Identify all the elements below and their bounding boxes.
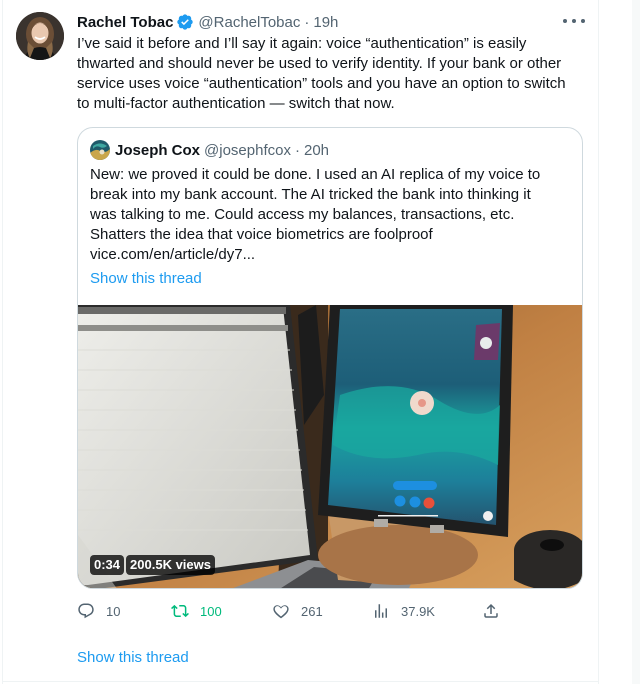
tweet-header: Rachel Tobac @RachelTobac · 19h bbox=[77, 12, 338, 32]
tweet-divider bbox=[2, 681, 599, 682]
quoted-author-avatar bbox=[90, 140, 110, 160]
author-handle[interactable]: @RachelTobac bbox=[198, 14, 300, 31]
profile-photo-icon bbox=[16, 12, 64, 60]
quoted-timestamp: 20h bbox=[303, 141, 330, 159]
video-view-count: 200.5K views bbox=[126, 555, 215, 575]
quoted-tweet-header: Joseph Cox @josephfcox · 20h bbox=[90, 140, 329, 160]
quoted-text-line: break into my bank account. The AI trick… bbox=[90, 186, 531, 203]
tweet-actions: 10 100 261 37.9K bbox=[77, 600, 502, 622]
retweet-button[interactable]: 100 bbox=[171, 600, 222, 622]
like-button[interactable]: 261 bbox=[272, 600, 323, 622]
video-thumbnail bbox=[78, 305, 582, 588]
verified-badge-icon bbox=[177, 14, 194, 30]
analytics-icon bbox=[375, 604, 387, 618]
reply-icon bbox=[78, 603, 94, 619]
separator: · bbox=[304, 13, 310, 31]
share-button[interactable] bbox=[482, 600, 500, 622]
video-overlay-badges: 0:34 200.5K views bbox=[90, 555, 215, 575]
author-name[interactable]: Rachel Tobac bbox=[77, 14, 173, 31]
quoted-link: vice.com/en/article/dy7... bbox=[90, 246, 256, 263]
views-button[interactable]: 37.9K bbox=[372, 600, 435, 622]
video-player[interactable]: 0:34 200.5K views bbox=[78, 305, 582, 588]
quoted-text-line: was talking to me. Could access my balan… bbox=[90, 206, 515, 223]
quoted-author-handle: @josephfcox bbox=[204, 141, 291, 159]
views-count: 37.9K bbox=[401, 603, 435, 619]
reply-button[interactable]: 10 bbox=[77, 600, 120, 622]
reply-count: 10 bbox=[106, 603, 121, 619]
quoted-text-line: Shatters the idea that voice biometrics … bbox=[90, 226, 433, 243]
show-thread-link[interactable]: Show this thread bbox=[77, 648, 189, 668]
quoted-author-name: Joseph Cox bbox=[115, 141, 201, 159]
retweet-icon bbox=[171, 604, 189, 618]
quoted-text-line: New: we proved it could be done. I used … bbox=[90, 166, 541, 183]
timestamp[interactable]: 19h bbox=[313, 14, 338, 31]
sidebar-gutter bbox=[632, 0, 640, 684]
separator: · bbox=[294, 141, 300, 159]
author-avatar[interactable] bbox=[16, 12, 64, 60]
share-icon bbox=[484, 603, 498, 618]
like-count: 261 bbox=[301, 603, 323, 619]
quoted-tweet-text: New: we proved it could be done. I used … bbox=[90, 165, 574, 265]
profile-photo-icon bbox=[90, 140, 110, 160]
quoted-tweet[interactable]: Joseph Cox @josephfcox · 20h New: we pro… bbox=[77, 127, 583, 589]
tweet-text: I’ve said it before and I’ll say it agai… bbox=[77, 35, 566, 112]
quoted-show-thread-link[interactable]: Show this thread bbox=[90, 269, 202, 289]
retweet-count: 100 bbox=[200, 603, 222, 619]
more-horizontal-icon[interactable] bbox=[563, 14, 585, 28]
heart-icon bbox=[273, 605, 289, 619]
video-duration: 0:34 bbox=[90, 555, 125, 575]
